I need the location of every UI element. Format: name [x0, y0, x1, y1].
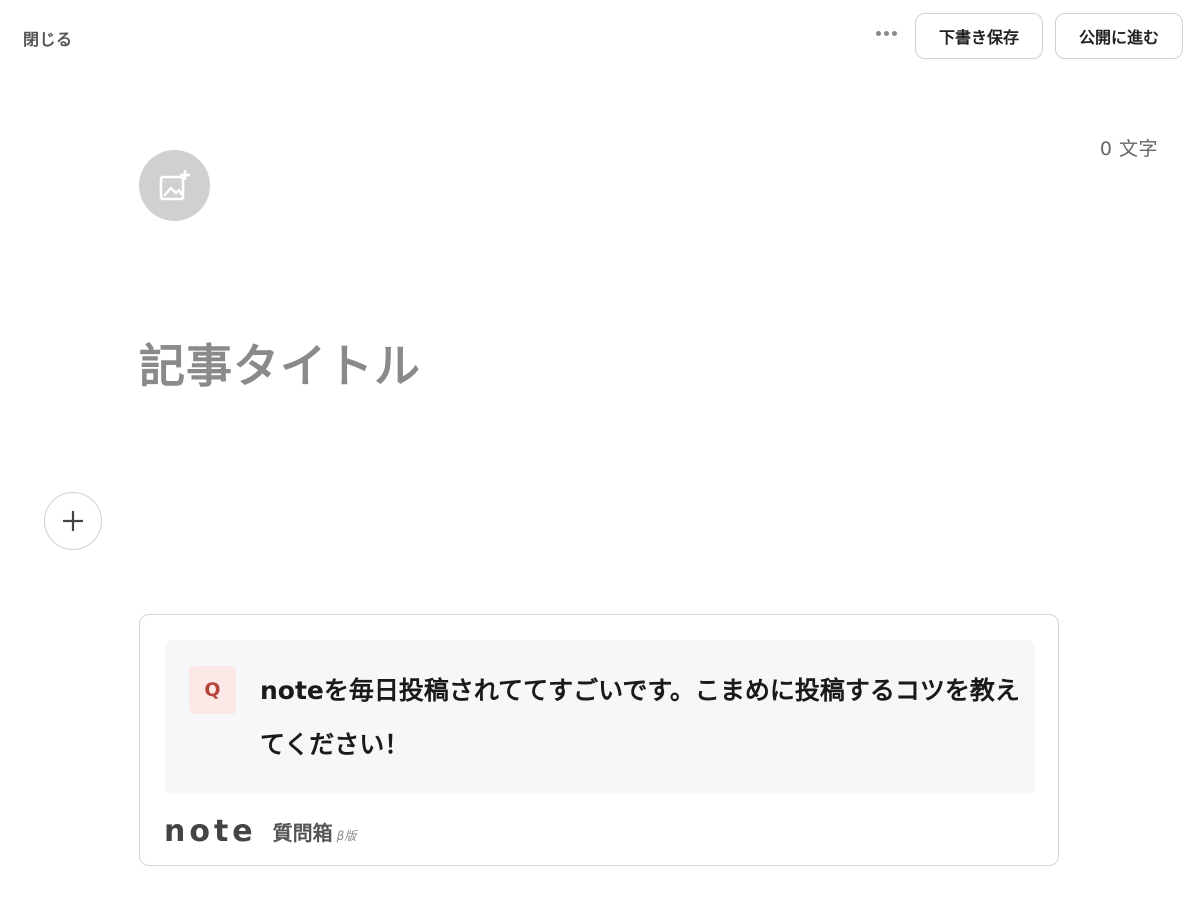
question-panel: Q noteを毎日投稿されててすごいです。こまめに投稿するコツを教えてください！: [165, 640, 1035, 794]
question-box-card[interactable]: Q noteを毎日投稿されててすごいです。こまめに投稿するコツを教えてください！…: [139, 614, 1059, 866]
publish-button[interactable]: 公開に進む: [1055, 13, 1183, 59]
more-dot: [891, 30, 897, 36]
close-button[interactable]: 閉じる: [23, 26, 73, 50]
image-add-icon: [159, 169, 190, 200]
more-dot: [883, 30, 889, 36]
question-box-label: 質問箱: [272, 820, 333, 845]
question-text: noteを毎日投稿されててすごいです。こまめに投稿するコツを教えてください！: [260, 676, 1020, 759]
question-box-footer: note 質問箱 β版: [164, 813, 357, 849]
add-block-button[interactable]: [44, 492, 102, 550]
more-horizontal-icon: [875, 30, 881, 36]
plus-icon: [63, 511, 83, 531]
note-logo: note: [164, 813, 257, 849]
char-count: 0 文字: [1099, 138, 1158, 160]
question-badge: Q: [189, 666, 236, 714]
beta-label: β版: [336, 828, 357, 843]
add-image-button[interactable]: [139, 150, 210, 221]
more-options-button[interactable]: [870, 20, 902, 46]
save-draft-button[interactable]: 下書き保存: [915, 13, 1043, 59]
title-input[interactable]: 記事タイトル: [139, 330, 421, 396]
